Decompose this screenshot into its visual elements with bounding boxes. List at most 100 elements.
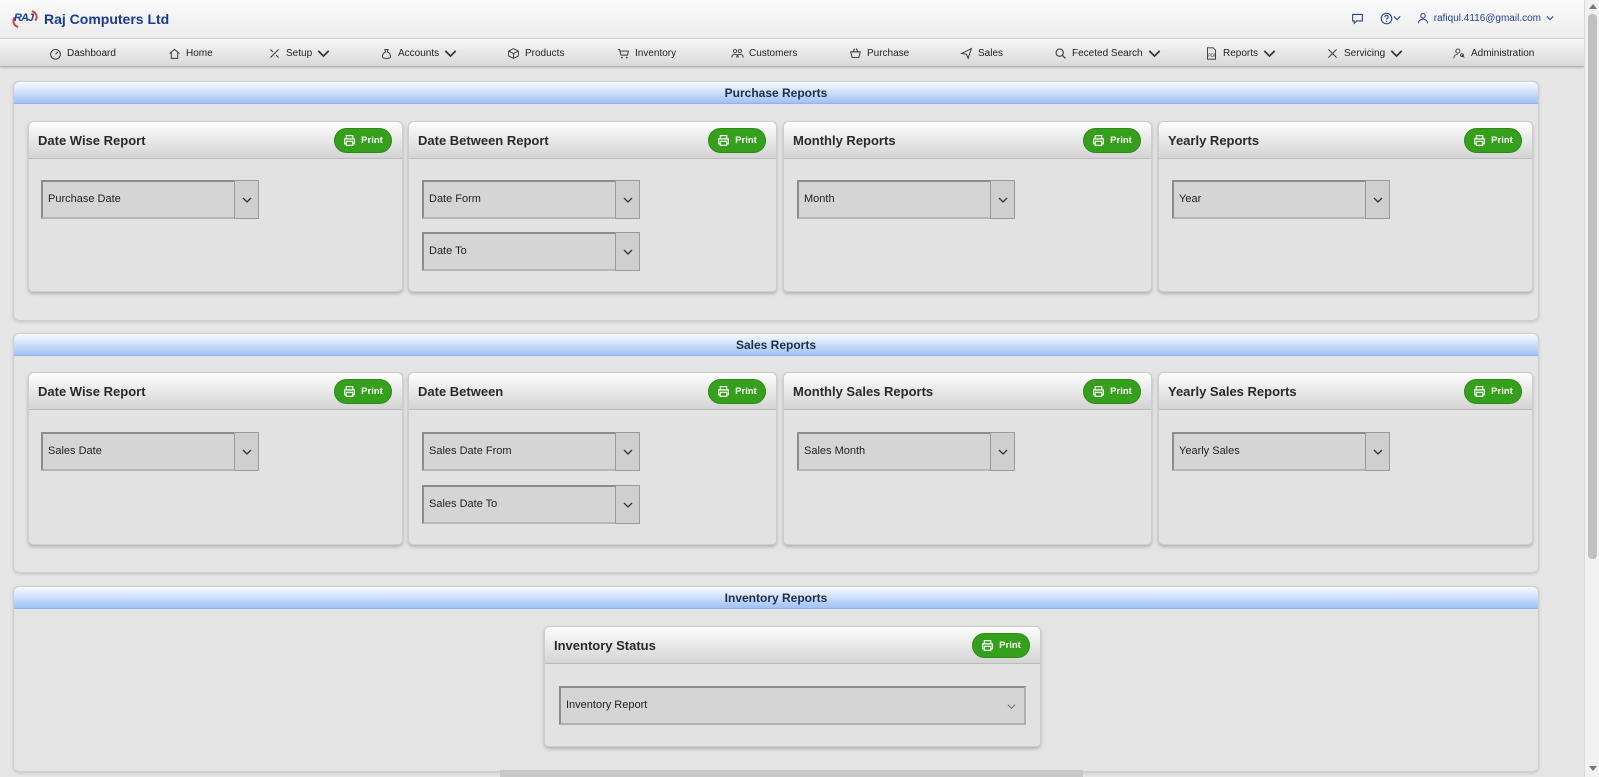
- dropdown-toggle[interactable]: [1365, 180, 1390, 219]
- inventory-reports-section: Inventory Reports Inventory Status Print…: [13, 586, 1539, 772]
- scroll-up-arrow[interactable]: [1589, 4, 1597, 9]
- dropdown-toggle[interactable]: [615, 432, 640, 471]
- chevron-down-icon: [623, 449, 632, 455]
- help-icon[interactable]: [1379, 11, 1403, 25]
- card-title: Date Wise Report: [38, 384, 146, 399]
- purchase-date-between-card: Date Between Report Print Date Form Date…: [408, 121, 777, 292]
- purchase-date-wise-card: Date Wise Report Print Purchase Date: [28, 121, 403, 292]
- nav-faceted-search[interactable]: Feceted Search: [1054, 39, 1161, 67]
- send-icon: [960, 47, 973, 60]
- tools-icon: [270, 48, 279, 58]
- printer-icon: [718, 386, 730, 397]
- card-title: Monthly Sales Reports: [793, 384, 934, 399]
- nav-purchase[interactable]: Purchase: [849, 39, 909, 67]
- svg-text:PDF: PDF: [1208, 52, 1217, 57]
- dropdown-toggle[interactable]: [234, 432, 259, 471]
- year-dropdown[interactable]: Year: [1172, 180, 1390, 219]
- chevron-down-icon: [242, 197, 251, 203]
- wrench-icon: [1328, 48, 1337, 58]
- print-button[interactable]: Print: [1464, 128, 1522, 153]
- sales-monthly-card: Monthly Sales Reports Print Sales Month: [783, 372, 1152, 545]
- chevron-down-icon: [998, 449, 1007, 455]
- print-button[interactable]: Print: [334, 379, 392, 404]
- month-dropdown[interactable]: Month: [797, 180, 1015, 219]
- chevron-down-icon: [1546, 16, 1554, 21]
- chevron-down-icon: [1148, 49, 1160, 57]
- dropdown-toggle[interactable]: [615, 485, 640, 524]
- card-title: Inventory Status: [554, 638, 656, 653]
- yearly-sales-dropdown[interactable]: Yearly Sales: [1172, 432, 1390, 471]
- section-title: Inventory Reports: [14, 587, 1538, 609]
- section-title: Sales Reports: [14, 334, 1538, 356]
- sales-date-to-dropdown[interactable]: Sales Date To: [422, 485, 640, 524]
- print-button[interactable]: Print: [1083, 379, 1141, 404]
- chevron-down-icon: [1390, 49, 1403, 57]
- chevron-down-icon: [444, 49, 457, 57]
- main-nav: Dashboard Home Setup Accounts Products I…: [0, 39, 1584, 67]
- nav-inventory[interactable]: Inventory: [617, 39, 676, 67]
- print-button[interactable]: Print: [708, 379, 766, 404]
- inventory-status-card: Inventory Status Print Inventory Report: [544, 626, 1041, 747]
- dropdown-toggle[interactable]: [615, 180, 640, 219]
- vertical-scrollbar[interactable]: [1584, 0, 1599, 777]
- print-button[interactable]: Print: [1083, 128, 1141, 153]
- nav-customers[interactable]: Customers: [731, 39, 797, 67]
- purchase-date-dropdown[interactable]: Purchase Date: [41, 180, 259, 219]
- card-title: Date Between: [418, 384, 504, 399]
- sales-month-dropdown[interactable]: Sales Month: [797, 432, 1015, 471]
- search-icon: [1055, 48, 1066, 59]
- user-gear-icon: [1453, 48, 1465, 58]
- sales-date-dropdown[interactable]: Sales Date: [41, 432, 259, 471]
- dropdown-toggle[interactable]: [615, 232, 640, 271]
- print-button[interactable]: Print: [334, 128, 392, 153]
- print-button[interactable]: Print: [1464, 379, 1522, 404]
- home-icon: [169, 48, 180, 59]
- nav-dashboard[interactable]: Dashboard: [49, 39, 116, 67]
- dropdown-toggle[interactable]: [990, 432, 1015, 471]
- dropdown-toggle[interactable]: [234, 180, 259, 219]
- nav-setup[interactable]: Setup: [268, 39, 330, 67]
- nav-administration[interactable]: Administration: [1453, 39, 1534, 67]
- printer-icon: [1093, 135, 1105, 146]
- nav-home[interactable]: Home: [168, 39, 213, 67]
- scroll-down-arrow[interactable]: [1589, 766, 1597, 771]
- print-button[interactable]: Print: [708, 128, 766, 153]
- nav-reports[interactable]: PDF Reports: [1205, 39, 1276, 67]
- chevron-down-icon: [623, 197, 632, 203]
- nav-servicing[interactable]: Servicing: [1326, 39, 1403, 67]
- chat-icon[interactable]: [1351, 11, 1365, 25]
- dropdown-toggle[interactable]: [1365, 432, 1390, 471]
- nav-accounts[interactable]: Accounts: [380, 39, 457, 67]
- printer-icon: [1093, 386, 1105, 397]
- brand[interactable]: RAJ Raj Computers Ltd: [9, 6, 170, 32]
- sales-reports-section: Sales Reports Date Wise Report Print Sal…: [13, 333, 1539, 573]
- inventory-report-select[interactable]: Inventory Report: [559, 686, 1026, 725]
- brand-name: Raj Computers Ltd: [44, 11, 170, 27]
- gauge-icon: [50, 48, 61, 60]
- nav-sales[interactable]: Sales: [960, 39, 1003, 67]
- top-header: RAJ Raj Computers Ltd rafiqul.4116@gmail…: [0, 0, 1584, 39]
- user-menu[interactable]: rafiqul.4116@gmail.com: [1417, 12, 1554, 24]
- sales-date-between-card: Date Between Print Sales Date From Sales…: [408, 372, 777, 545]
- printer-icon: [344, 135, 356, 146]
- print-button[interactable]: Print: [972, 633, 1030, 658]
- purchase-monthly-card: Monthly Reports Print Month: [783, 121, 1152, 292]
- section-title: Purchase Reports: [14, 82, 1538, 104]
- basket-icon: [849, 47, 862, 58]
- brand-logo: RAJ: [9, 6, 41, 32]
- card-title: Yearly Reports: [1168, 133, 1260, 148]
- date-from-dropdown[interactable]: Date Form: [422, 180, 640, 219]
- box-icon: [508, 47, 519, 59]
- cart-icon: [617, 48, 629, 58]
- card-title: Date Wise Report: [38, 133, 146, 148]
- pdf-icon: PDF: [1206, 46, 1217, 60]
- sales-date-from-dropdown[interactable]: Sales Date From: [422, 432, 640, 471]
- dropdown-toggle[interactable]: [990, 180, 1015, 219]
- nav-products[interactable]: Products: [507, 39, 564, 67]
- date-to-dropdown[interactable]: Date To: [422, 232, 640, 271]
- card-title: Yearly Sales Reports: [1168, 384, 1297, 399]
- printer-icon: [1474, 135, 1486, 146]
- chevron-down-icon: [1393, 16, 1401, 21]
- scroll-thumb[interactable]: [1588, 14, 1597, 559]
- chevron-down-icon: [1007, 704, 1016, 710]
